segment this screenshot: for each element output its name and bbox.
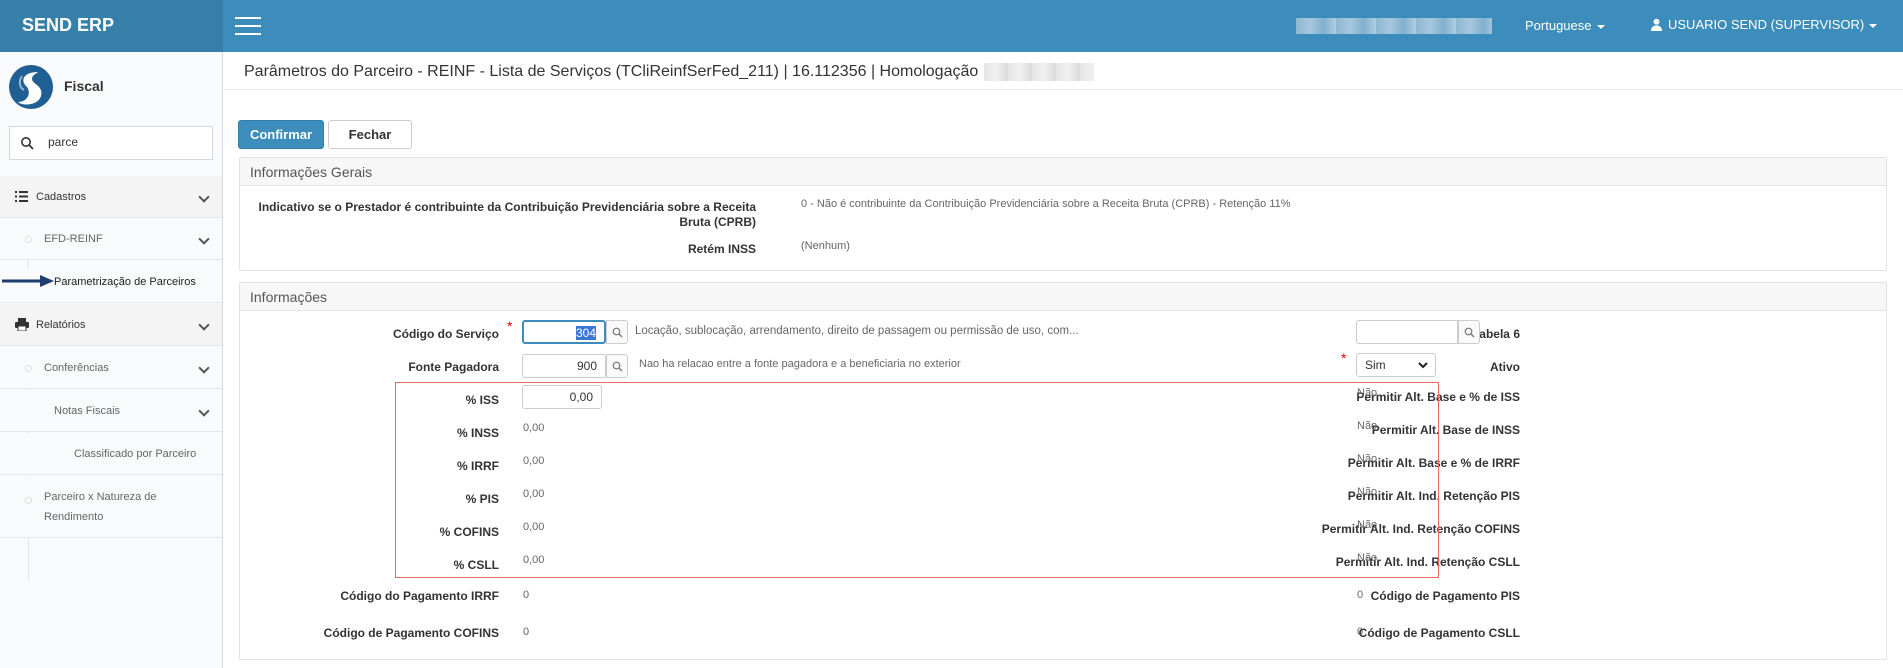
chevron-down-icon xyxy=(198,233,210,245)
caret-down-icon xyxy=(1596,24,1605,29)
sidebar: Fiscal Cadastros EFD-REINF Parametrizaçã… xyxy=(0,52,223,668)
highlight-annotation xyxy=(395,382,1439,578)
menu-efd-reinf[interactable]: EFD-REINF xyxy=(0,218,222,260)
inss-value: (Nenhum) xyxy=(801,240,850,252)
pag-pis-value: 0 xyxy=(1357,589,1364,601)
search-icon xyxy=(612,327,623,338)
module-title: Fiscal xyxy=(64,78,104,94)
pag-cofins-label: Código de Pagamento COFINS xyxy=(323,626,499,640)
redacted-info xyxy=(1296,18,1492,34)
section-title: Informações Gerais xyxy=(240,158,1886,186)
user-menu[interactable]: USUARIO SEND (SUPERVISOR) xyxy=(1650,17,1878,32)
cprb-value: 0 - Não é contribuinte da Contribuição P… xyxy=(801,198,1291,210)
fonte-pagadora-input[interactable]: 900 xyxy=(522,354,606,378)
ativo-value: Sim xyxy=(1365,358,1386,372)
confirm-button[interactable]: Confirmar xyxy=(238,120,324,149)
pag-irrf-value: 0 xyxy=(523,589,530,601)
menu-notas-fiscais[interactable]: Notas Fiscais xyxy=(0,390,222,432)
codigo-servico-input[interactable]: 304 xyxy=(522,320,606,344)
search-icon xyxy=(1464,327,1475,338)
menu-parceiro-natureza[interactable]: Parceiro x Natureza de Rendimento xyxy=(0,476,222,538)
inss-label: Retém INSS xyxy=(687,242,756,256)
chevron-down-icon xyxy=(198,319,210,331)
pag-csll-label: Código de Pagamento CSLL xyxy=(1358,626,1520,640)
pag-pis-label: Código de Pagamento PIS xyxy=(1370,589,1520,603)
servico-search-button[interactable] xyxy=(606,320,628,344)
menu-label: Notas Fiscais xyxy=(54,405,121,417)
redacted-title xyxy=(984,63,1094,81)
cprb-label: Indicativo se o Prestador é contribuinte… xyxy=(258,200,756,229)
brand-logo[interactable]: SEND ERP xyxy=(0,0,223,52)
classificacao-input[interactable] xyxy=(1356,320,1458,344)
pag-csll-value: 0 xyxy=(1357,626,1364,638)
menu-conferencias[interactable]: Conferências xyxy=(0,347,222,389)
page-title: Parâmetros do Parceiro - REINF - Lista d… xyxy=(244,63,987,80)
pag-cofins-value: 0 xyxy=(523,626,530,638)
list-icon xyxy=(15,191,28,202)
codigo-servico-label: Código do Serviço xyxy=(392,327,499,341)
top-navbar: SEND ERP Portuguese USUARIO SEND (SUPERV… xyxy=(0,0,1903,52)
menu-label: Parametrização de Parceiros xyxy=(54,276,196,288)
codigo-servico-value: 304 xyxy=(575,326,596,340)
pag-irrf-label: Código do Pagamento IRRF xyxy=(340,589,499,603)
menu-label: Classificado por Parceiro xyxy=(74,448,197,460)
servico-description: Locação, sublocação, arrendamento, direi… xyxy=(635,325,1079,337)
fonte-search-button[interactable] xyxy=(606,354,628,378)
search-icon xyxy=(612,361,623,372)
menu-search-input[interactable] xyxy=(48,135,198,149)
menu-label: EFD-REINF xyxy=(44,233,103,245)
fonte-pagadora-label: Fonte Pagadora xyxy=(408,360,499,374)
user-icon xyxy=(1650,18,1663,31)
menu-label: Conferências xyxy=(44,362,109,374)
tree-dot xyxy=(25,236,32,243)
arrow-pointer-icon xyxy=(2,275,54,287)
caret-down-icon xyxy=(1869,23,1878,28)
classificacao-search-button[interactable] xyxy=(1458,320,1480,344)
tree-dot xyxy=(25,497,32,504)
chevron-down-icon xyxy=(198,362,210,374)
tree-dot xyxy=(25,365,32,372)
page-header: Parâmetros do Parceiro - REINF - Lista d… xyxy=(224,52,1903,90)
close-button[interactable]: Fechar xyxy=(328,120,412,149)
menu-relatorios[interactable]: Relatórios xyxy=(0,304,222,346)
menu-label: Relatórios xyxy=(36,319,86,331)
menu-label: Parceiro x Natureza de Rendimento xyxy=(44,491,157,523)
ativo-select[interactable]: Sim xyxy=(1356,353,1436,377)
menu-search[interactable] xyxy=(9,126,213,160)
chevron-down-icon xyxy=(198,405,210,417)
chevron-down-icon xyxy=(1418,362,1428,369)
required-marker: * xyxy=(1341,350,1347,366)
required-marker: * xyxy=(507,318,513,334)
language-dropdown[interactable]: Portuguese xyxy=(1525,18,1605,33)
fonte-description: Nao ha relacao entre a fonte pagadora e … xyxy=(639,358,961,370)
language-label: Portuguese xyxy=(1525,18,1592,33)
menu-label: Cadastros xyxy=(36,191,87,203)
chevron-down-icon xyxy=(198,191,210,203)
hamburger-menu-icon[interactable] xyxy=(235,17,261,35)
user-name: USUARIO SEND (SUPERVISOR) xyxy=(1668,17,1865,32)
company-logo-icon xyxy=(9,65,53,109)
section-title: Informações xyxy=(240,283,1886,311)
menu-cadastros[interactable]: Cadastros xyxy=(0,176,222,218)
printer-icon xyxy=(15,318,29,331)
search-icon xyxy=(21,137,34,150)
menu-classificado-parceiro[interactable]: Classificado por Parceiro xyxy=(0,433,222,475)
